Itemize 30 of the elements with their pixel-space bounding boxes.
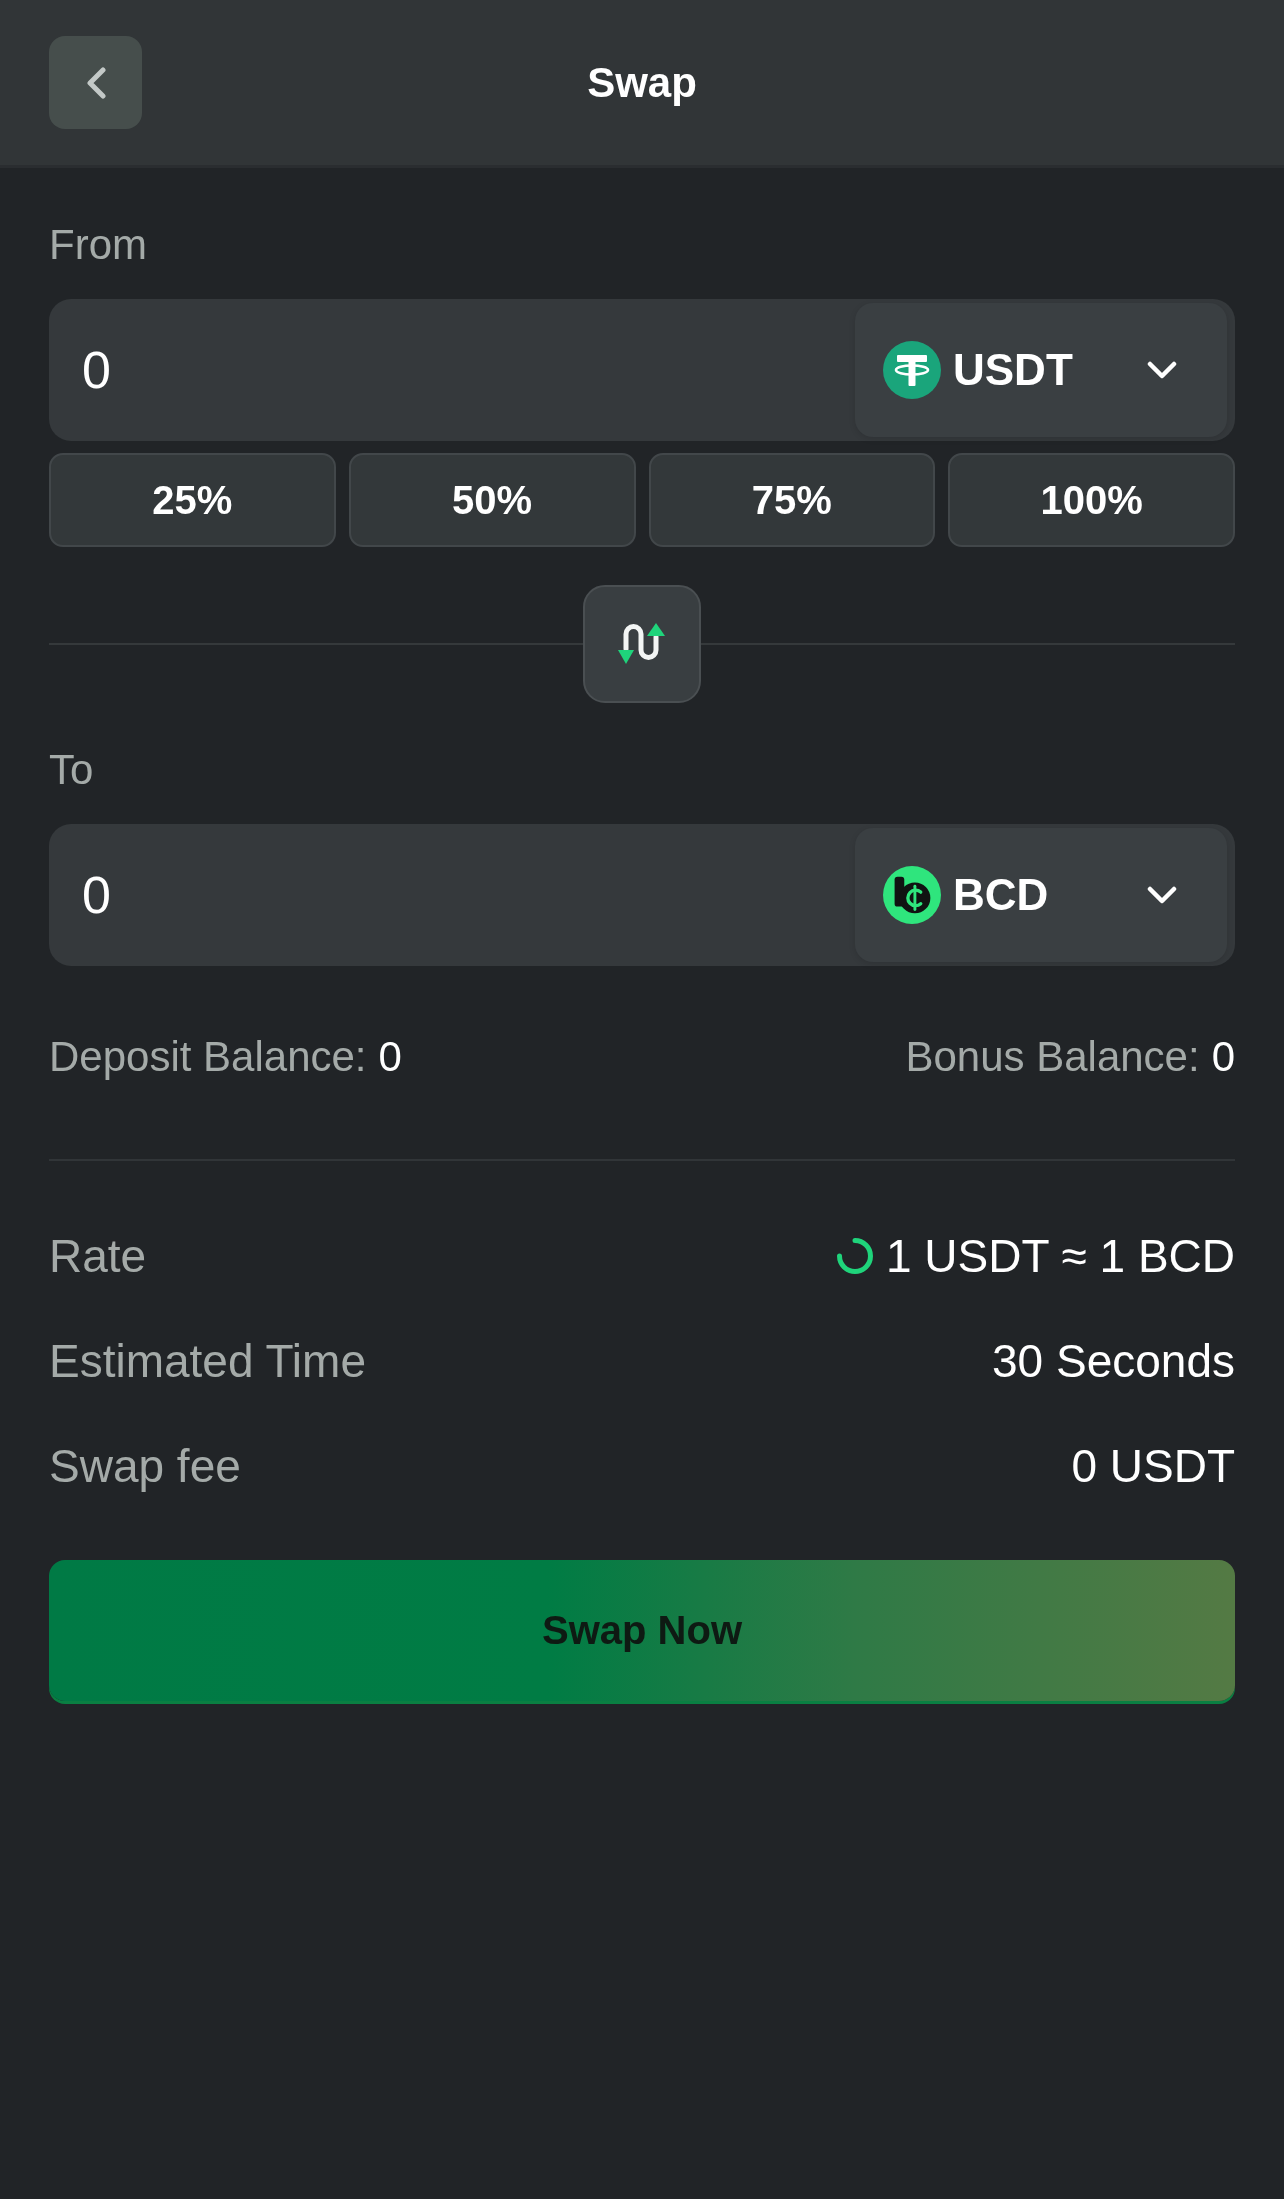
- percent-button[interactable]: 25%: [49, 453, 336, 547]
- detail-value: 0 USDT: [1071, 1439, 1235, 1493]
- amount-input[interactable]: 0: [82, 828, 855, 962]
- balance-value: 0: [1211, 1032, 1235, 1082]
- chevron-down-icon: [1147, 886, 1177, 904]
- swap-direction-button[interactable]: [583, 585, 701, 703]
- detail-label: Estimated Time: [49, 1334, 366, 1388]
- back-button[interactable]: [49, 36, 142, 129]
- t-coin-icon: [883, 341, 941, 399]
- balance-label: Bonus Balance:: [905, 1032, 1200, 1082]
- balance-label: Deposit Balance:: [49, 1032, 367, 1082]
- percent-button[interactable]: 50%: [348, 453, 636, 547]
- percent-button[interactable]: 75%: [648, 453, 936, 547]
- amount-input[interactable]: 0: [82, 303, 855, 437]
- amount-field[interactable]: 0 USDT: [49, 299, 1235, 441]
- chevron-left-icon: [84, 66, 107, 99]
- token-selector[interactable]: BCD: [855, 828, 1227, 962]
- b-coin-icon: [883, 866, 941, 924]
- field-label: From: [49, 220, 148, 270]
- detail-value: 30 Seconds: [992, 1334, 1235, 1388]
- detail-label: Swap fee: [49, 1439, 241, 1493]
- percent-button[interactable]: 100%: [948, 453, 1235, 547]
- detail-label: Rate: [49, 1229, 147, 1283]
- chevron-down-icon: [1147, 361, 1177, 379]
- amount-field[interactable]: 0 BCD: [49, 824, 1235, 966]
- field-label: To: [49, 745, 95, 795]
- balance-value: 0: [378, 1032, 402, 1082]
- page-title: Swap: [586, 57, 698, 108]
- detail-value: 1 USDT ≈ 1 BCD: [885, 1229, 1235, 1283]
- token-selector[interactable]: USDT: [855, 303, 1227, 437]
